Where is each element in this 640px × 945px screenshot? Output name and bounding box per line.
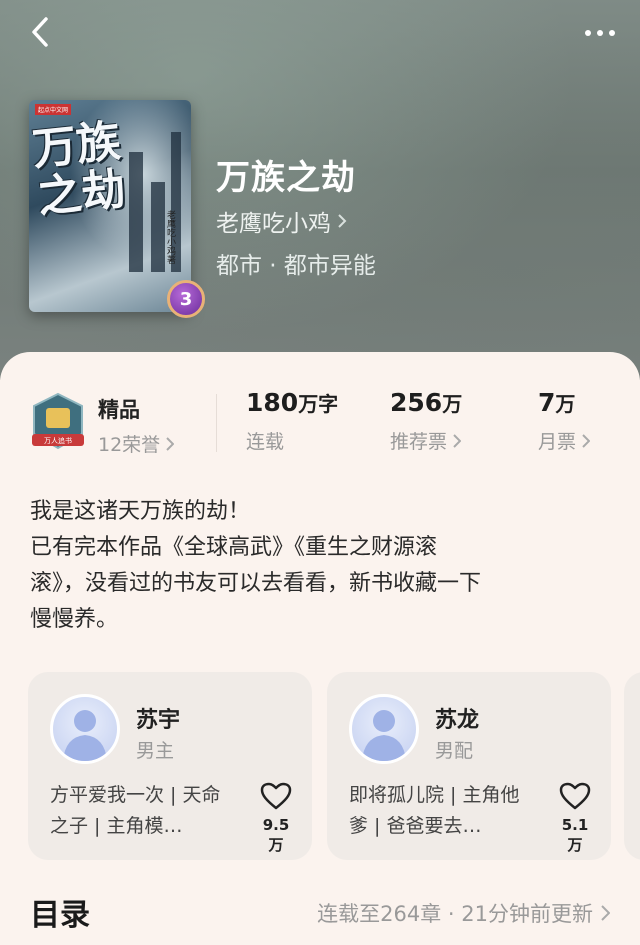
book-cover[interactable]: 起点中文网 万族之劫 老鹰吃小鸡著 (29, 100, 191, 312)
book-level-badge: 3 (167, 280, 205, 318)
toc-title: 目录 (30, 898, 90, 933)
stat-recommend-label: 推荐票 (390, 431, 448, 453)
cover-title: 万族之劫 (30, 115, 128, 224)
toc-update-status: 连载至264章 · 21分钟前更新 (317, 902, 593, 926)
avatar-silhouette-icon (349, 694, 419, 764)
stat-recommend-number: 256 (390, 388, 443, 417)
honor-label: 精品 (98, 398, 140, 422)
character-role: 男配 (435, 740, 474, 762)
cover-author: 老鹰吃小鸡著 (165, 210, 175, 264)
more-dot (597, 30, 603, 36)
character-card-next[interactable] (624, 672, 640, 860)
character-role: 男主 (136, 740, 175, 762)
stat-recommend-votes[interactable]: 256万 推荐票 (390, 388, 462, 454)
chevron-right-icon (601, 905, 610, 921)
book-genre: 都市 · 都市异能 (216, 253, 376, 279)
back-arrow-icon (32, 17, 48, 47)
character-name: 苏宇 (136, 708, 181, 733)
like-count: 9.5万 (262, 816, 290, 854)
cover-building (129, 152, 143, 272)
character-description: 即将孤儿院 | 主角他爹 | 爸爸要去… (349, 784, 520, 837)
character-name: 苏龙 (435, 708, 480, 733)
honor-count: 12荣誉 (98, 434, 161, 456)
more-options-button[interactable] (578, 18, 622, 48)
author-link[interactable]: 老鹰吃小鸡 (216, 204, 347, 238)
chevron-right-icon (338, 214, 347, 228)
more-dot (609, 30, 615, 36)
heart-icon (260, 782, 292, 810)
stat-word-count: 180万字 连载 (246, 388, 338, 454)
stats-divider (216, 394, 217, 452)
like-count: 5.1万 (561, 816, 589, 854)
book-detail-sheet: 万人追书 精品 12荣誉 180万字 连载 256万 推荐票 7万 月票 我是这… (0, 352, 640, 945)
honor-emblem-icon[interactable]: 万人追书 (28, 392, 88, 452)
back-button[interactable] (22, 14, 58, 50)
like-button[interactable]: 5.1万 (555, 782, 595, 855)
stat-word-unit: 万字 (298, 392, 339, 416)
cover-publisher-tag: 起点中文网 (35, 104, 72, 115)
like-button[interactable]: 9.5万 (256, 782, 296, 855)
chevron-right-icon (166, 436, 175, 451)
more-dots-icon (585, 30, 591, 36)
author-name: 老鹰吃小鸡 (216, 211, 331, 237)
stat-word-label: 连载 (246, 431, 285, 453)
table-of-contents-row[interactable]: 目录 连载至264章 · 21分钟前更新 (30, 890, 610, 934)
toc-status: 连载至264章 · 21分钟前更新 (317, 898, 610, 928)
chevron-right-icon (453, 433, 462, 448)
stat-recommend-unit: 万 (442, 392, 463, 416)
character-card[interactable]: 苏龙 男配 即将孤儿院 | 主角他爹 | 爸爸要去… 5.1万 (327, 672, 611, 860)
character-description: 方平爱我一次 | 天命之子 | 主角模… (50, 784, 221, 837)
stat-monthly-unit: 万 (555, 392, 576, 416)
stat-monthly-label: 月票 (538, 431, 577, 453)
honor-emblem-text: 万人追书 (44, 436, 72, 445)
stat-monthly-number: 7 (538, 388, 556, 417)
honor-count-link[interactable]: 12荣誉 (98, 430, 175, 457)
heart-icon (559, 782, 591, 810)
chevron-right-icon (582, 433, 591, 448)
stats-bar: 万人追书 精品 12荣誉 180万字 连载 256万 推荐票 7万 月票 (28, 388, 618, 466)
book-title: 万族之劫 (216, 158, 356, 198)
book-synopsis[interactable]: 我是这诸天万族的劫！ 已有完本作品《全球高武》《重生之财源滚 滚》，没看过的书友… (30, 494, 610, 638)
avatar-silhouette-icon (50, 694, 120, 764)
character-card[interactable]: 苏宇 男主 方平爱我一次 | 天命之子 | 主角模… 9.5万 (28, 672, 312, 860)
stat-monthly-votes[interactable]: 7万 月票 (538, 388, 591, 454)
stat-word-number: 180 (246, 388, 299, 417)
character-cards: 苏宇 男主 方平爱我一次 | 天命之子 | 主角模… 9.5万 苏龙 男配 即将… (28, 672, 640, 862)
book-header: 起点中文网 万族之劫 老鹰吃小鸡著 3 万族之劫 老鹰吃小鸡 都市 · 都市异能 (0, 0, 640, 380)
